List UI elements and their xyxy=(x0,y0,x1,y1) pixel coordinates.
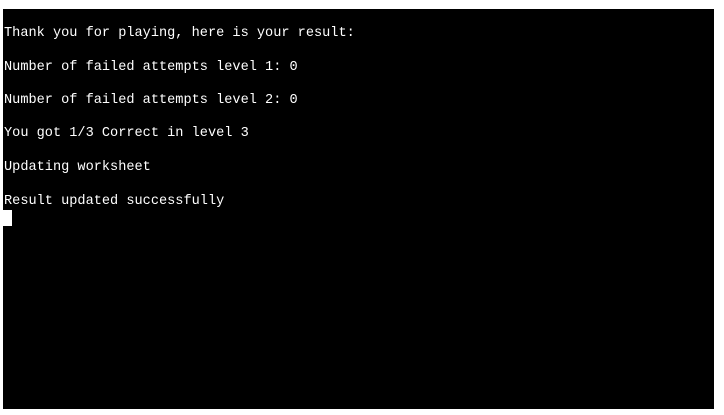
terminal-line-updating: Updating worksheet xyxy=(4,160,151,175)
terminal-line-thanks: Thank you for playing, here is your resu… xyxy=(4,26,355,41)
terminal-line-level-3-score: You got 1/3 Correct in level 3 xyxy=(4,126,249,141)
terminal-line-success: Result updated successfully xyxy=(4,194,225,209)
block-cursor-icon xyxy=(3,210,12,226)
terminal-window[interactable]: Thank you for playing, here is your resu… xyxy=(3,9,714,409)
terminal-line-failed-level-1: Number of failed attempts level 1: 0 xyxy=(4,60,298,75)
terminal-line-failed-level-2: Number of failed attempts level 2: 0 xyxy=(4,93,298,108)
